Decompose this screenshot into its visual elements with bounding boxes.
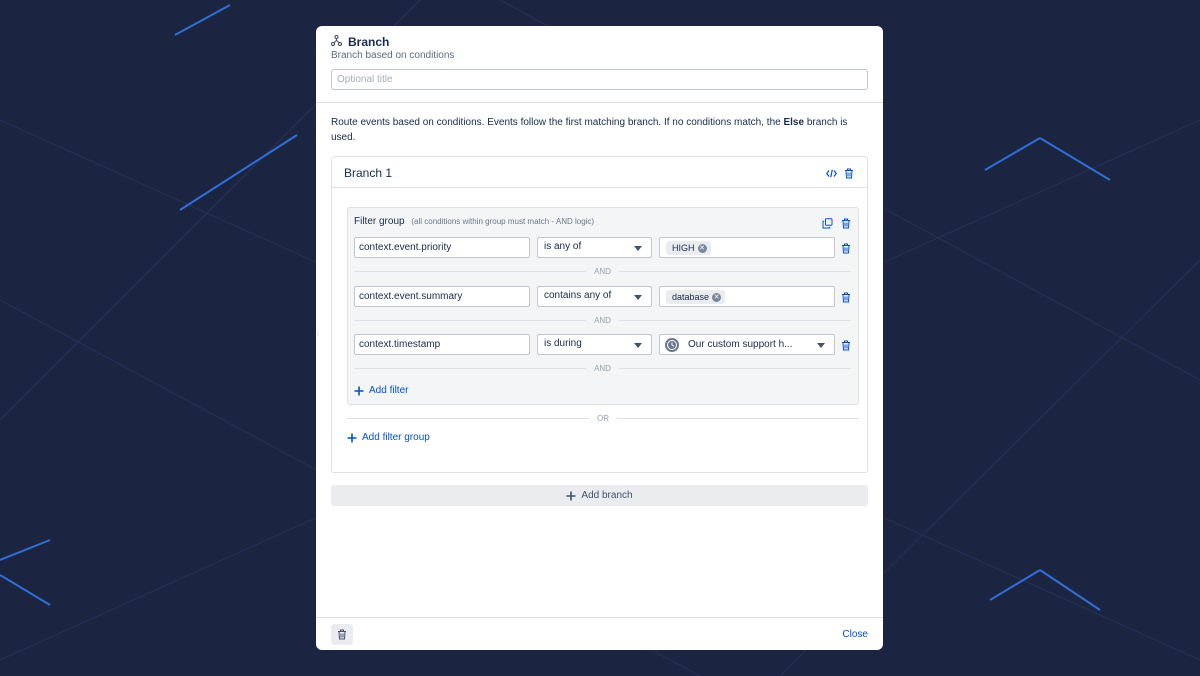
chevron-down-icon bbox=[817, 343, 825, 348]
operator-select[interactable]: is any of bbox=[537, 237, 652, 258]
branch-actions bbox=[825, 167, 855, 179]
filter-row: context.timestamp is during Our custom s… bbox=[354, 334, 854, 355]
and-label: AND bbox=[594, 363, 611, 373]
branch-modal: ⁞ Branch Branch based on conditions Rout… bbox=[316, 26, 883, 650]
delete-filter-icon[interactable] bbox=[841, 241, 851, 259]
tag-label: database bbox=[672, 292, 710, 302]
chevron-down-icon bbox=[634, 343, 642, 348]
and-label: AND bbox=[594, 315, 611, 325]
code-icon[interactable] bbox=[825, 167, 837, 179]
title-row: Branch bbox=[330, 33, 390, 51]
filter-row: context.event.summary contains any of da… bbox=[354, 286, 854, 307]
add-branch-button[interactable]: Add branch bbox=[331, 485, 868, 506]
filter-group-header: Filter group (all conditions within grou… bbox=[354, 216, 594, 227]
trash-icon bbox=[338, 629, 346, 640]
value-input[interactable]: HIGH ✕ bbox=[659, 237, 835, 258]
add-branch-label: Add branch bbox=[581, 490, 633, 501]
filter-row: context.event.priority is any of HIGH ✕ bbox=[354, 237, 854, 258]
plus-icon bbox=[354, 386, 364, 395]
tag-label: HIGH bbox=[672, 243, 695, 253]
clock-icon bbox=[665, 338, 679, 352]
branch-title: Branch 1 bbox=[344, 166, 393, 180]
operator-value: contains any of bbox=[544, 290, 612, 301]
value-tag: database ✕ bbox=[666, 290, 726, 304]
operator-value: is any of bbox=[544, 241, 582, 252]
branch-card: Branch 1 Filter group (all conditions wi… bbox=[331, 156, 868, 473]
filter-group-label: Filter group bbox=[354, 216, 405, 227]
filter-group: Filter group (all conditions within grou… bbox=[347, 207, 859, 405]
description-else: Else bbox=[783, 117, 805, 128]
filter-field[interactable]: context.event.summary bbox=[354, 286, 530, 307]
modal-subtitle: Branch based on conditions bbox=[331, 50, 455, 61]
operator-select[interactable]: contains any of bbox=[537, 286, 652, 307]
filter-field[interactable]: context.event.priority bbox=[354, 237, 530, 258]
resize-handle[interactable]: ⁞ bbox=[317, 329, 319, 338]
and-separator: AND bbox=[354, 315, 852, 325]
value-input[interactable]: database ✕ bbox=[659, 286, 835, 307]
modal-footer: Close bbox=[316, 617, 883, 650]
delete-filter-group-icon[interactable] bbox=[840, 217, 852, 229]
and-separator: AND bbox=[354, 363, 852, 373]
operator-select[interactable]: is during bbox=[537, 334, 652, 355]
filter-group-actions bbox=[821, 217, 852, 229]
and-label: AND bbox=[594, 266, 611, 276]
add-filter-group-label: Add filter group bbox=[362, 432, 430, 443]
chevron-down-icon bbox=[634, 295, 642, 300]
and-separator: AND bbox=[354, 266, 852, 276]
branch-icon bbox=[330, 33, 343, 51]
schedule-value: Our custom support h... bbox=[688, 339, 793, 350]
description-text: Route events based on conditions. Events… bbox=[331, 117, 781, 128]
plus-icon bbox=[566, 491, 576, 500]
value-tag: HIGH ✕ bbox=[666, 241, 711, 255]
or-label: OR bbox=[597, 413, 609, 423]
remove-tag-icon[interactable]: ✕ bbox=[697, 243, 707, 253]
modal-header: Branch Branch based on conditions bbox=[316, 26, 883, 103]
delete-filter-icon[interactable] bbox=[841, 290, 851, 308]
description: Route events based on conditions. Events… bbox=[331, 115, 868, 145]
delete-filter-icon[interactable] bbox=[841, 338, 851, 356]
operator-value: is during bbox=[544, 338, 582, 349]
schedule-select[interactable]: Our custom support h... bbox=[659, 334, 835, 355]
add-filter-group-button[interactable]: Add filter group bbox=[347, 432, 430, 443]
branch-header: Branch 1 bbox=[332, 157, 867, 188]
add-filter-button[interactable]: Add filter bbox=[354, 385, 408, 396]
remove-tag-icon[interactable]: ✕ bbox=[712, 292, 722, 302]
modal-title: Branch bbox=[348, 35, 390, 49]
add-filter-label: Add filter bbox=[369, 385, 409, 396]
delete-node-button[interactable] bbox=[331, 624, 353, 645]
filter-group-note: (all conditions within group must match … bbox=[411, 217, 595, 226]
copy-icon[interactable] bbox=[821, 217, 833, 229]
filter-field[interactable]: context.timestamp bbox=[354, 334, 530, 355]
chevron-down-icon bbox=[634, 246, 642, 251]
close-button[interactable]: Close bbox=[842, 629, 868, 640]
optional-title-input[interactable] bbox=[331, 69, 868, 90]
plus-icon bbox=[347, 433, 357, 442]
delete-branch-icon[interactable] bbox=[843, 167, 855, 179]
or-separator: OR bbox=[347, 413, 859, 423]
